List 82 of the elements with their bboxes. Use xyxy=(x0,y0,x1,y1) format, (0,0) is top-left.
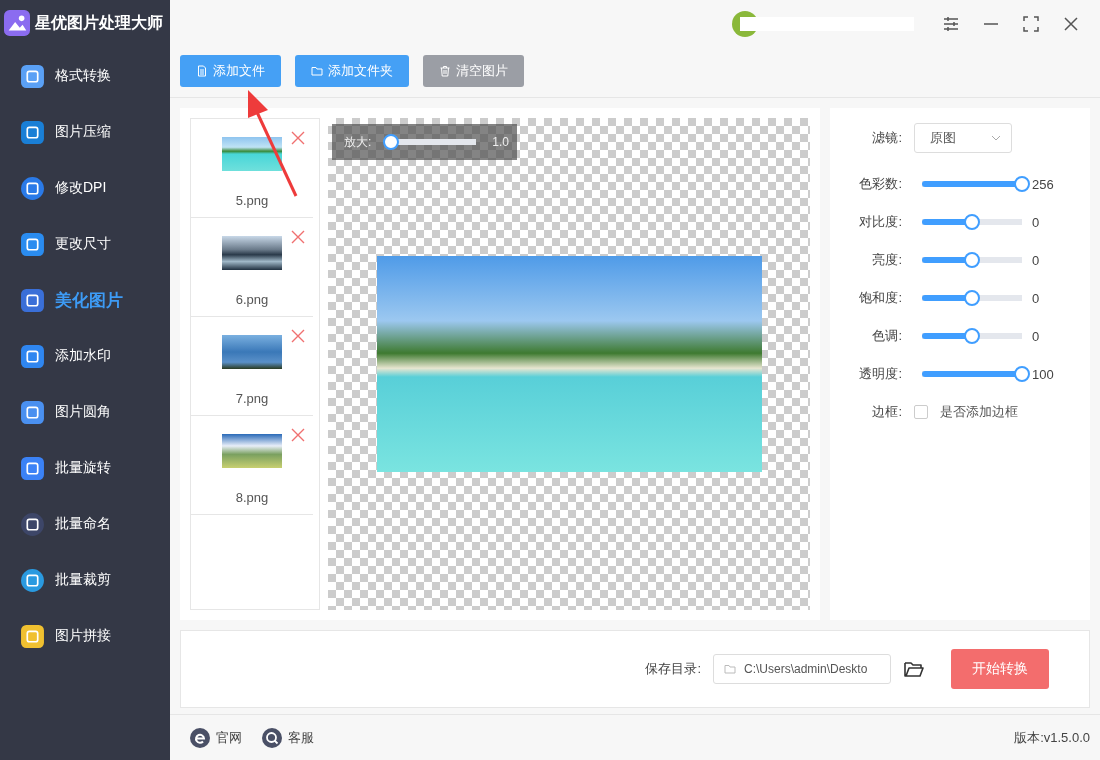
tool-icon xyxy=(20,343,45,369)
slider-label: 对比度: xyxy=(858,213,902,231)
slider-value: 0 xyxy=(1032,252,1040,268)
slider-label: 透明度: xyxy=(858,365,902,383)
version-text: 版本:v1.5.0.0 xyxy=(1014,728,1090,747)
border-checkbox[interactable] xyxy=(914,405,928,419)
border-label: 边框: xyxy=(871,403,902,421)
tool-icon xyxy=(20,511,45,537)
tool-icon xyxy=(20,119,45,145)
slider-label: 色调: xyxy=(871,327,902,345)
slider-thumb[interactable] xyxy=(964,252,980,268)
slider-label: 色彩数: xyxy=(858,175,902,193)
slider-thumb[interactable] xyxy=(964,214,980,230)
slider-thumb[interactable] xyxy=(382,134,399,150)
delete-icon[interactable] xyxy=(291,131,305,145)
sidebar-item[interactable]: 批量命名 xyxy=(0,496,170,552)
filter-label: 滤镜: xyxy=(871,129,902,147)
logo-icon xyxy=(4,10,30,36)
thumbnail-placeholder xyxy=(222,137,282,171)
sidebar-item[interactable]: 图片圆角 xyxy=(0,384,170,440)
sidebar-item[interactable]: 更改尺寸 xyxy=(0,216,170,272)
sidebar-item[interactable]: 格式转换 xyxy=(0,48,170,104)
folder-icon xyxy=(311,65,323,77)
tool-icon xyxy=(20,63,45,89)
slider-thumb[interactable] xyxy=(1014,366,1030,382)
slider-thumb[interactable] xyxy=(964,328,980,344)
slider-thumb[interactable] xyxy=(964,290,980,306)
sidebar-item[interactable]: 修改DPI xyxy=(0,160,170,216)
file-item[interactable]: 6.png xyxy=(191,218,313,317)
file-name: 6.png xyxy=(235,292,269,307)
settings-icon[interactable] xyxy=(942,14,960,33)
save-label: 保存目录: xyxy=(645,660,701,678)
zoom-value: 1.0 xyxy=(492,135,509,149)
app-title: 星优图片处理大师 xyxy=(35,12,163,33)
filter-dropdown[interactable]: 原图 xyxy=(914,123,1012,153)
file-item[interactable]: 7.png xyxy=(191,317,313,416)
thumbnail-placeholder xyxy=(222,236,282,270)
delete-icon[interactable] xyxy=(291,428,305,442)
file-item[interactable]: 8.png xyxy=(191,416,313,515)
sidebar-item[interactable]: 添加水印 xyxy=(0,328,170,384)
slider-label: 亮度: xyxy=(871,251,902,269)
trash-icon xyxy=(439,65,451,77)
file-item[interactable]: 5.png xyxy=(191,119,313,218)
chat-icon xyxy=(262,727,282,748)
folder-open-icon[interactable] xyxy=(903,660,925,678)
footer-link[interactable]: 官网 xyxy=(190,727,242,748)
slider-value: 0 xyxy=(1032,214,1040,230)
tool-icon xyxy=(20,567,45,593)
maximize-icon[interactable] xyxy=(1022,14,1040,33)
chevron-down-icon xyxy=(991,135,1001,141)
checkbox-label: 是否添加边框 xyxy=(940,403,1018,421)
tool-icon xyxy=(20,231,45,257)
slider-value: 0 xyxy=(1032,290,1040,306)
footer-link[interactable]: 客服 xyxy=(262,727,314,748)
delete-icon[interactable] xyxy=(291,329,305,343)
sidebar-item[interactable]: 批量旋转 xyxy=(0,440,170,496)
file-name: 8.png xyxy=(235,490,269,505)
sidebar-item[interactable]: 美化图片 xyxy=(0,272,170,328)
file-name: 7.png xyxy=(235,391,269,406)
sidebar-item[interactable]: 图片拼接 xyxy=(0,608,170,664)
slider-value: 100 xyxy=(1032,366,1054,382)
thumbnail-placeholder xyxy=(222,434,282,468)
tool-icon xyxy=(20,175,45,201)
sidebar-item[interactable]: 图片压缩 xyxy=(0,104,170,160)
browser-icon xyxy=(190,727,210,748)
slider-label: 饱和度: xyxy=(858,289,902,307)
file-name: 5.png xyxy=(235,193,269,208)
slider-value: 0 xyxy=(1032,328,1040,344)
slider-value: 256 xyxy=(1032,176,1054,192)
close-icon[interactable] xyxy=(1062,14,1080,33)
thumbnail-placeholder xyxy=(222,335,282,369)
delete-icon[interactable] xyxy=(291,230,305,244)
document-icon xyxy=(196,65,208,77)
zoom-label: 放大: xyxy=(344,133,372,151)
tool-icon xyxy=(20,399,45,425)
tool-icon xyxy=(20,623,45,649)
tool-icon xyxy=(20,455,45,481)
slider-thumb[interactable] xyxy=(1014,176,1030,192)
tool-icon xyxy=(20,287,45,313)
folder-icon xyxy=(724,663,736,675)
path-field[interactable]: C:\Users\admin\Deskto xyxy=(713,654,891,684)
sidebar-item[interactable]: 批量裁剪 xyxy=(0,552,170,608)
